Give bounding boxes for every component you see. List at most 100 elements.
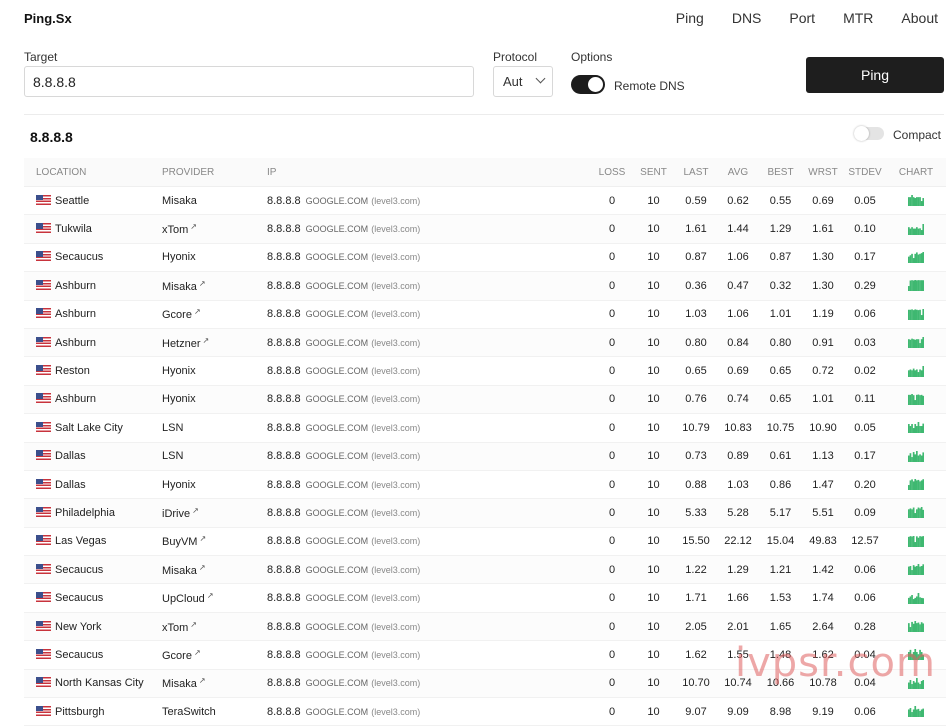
- loss-cell: 0: [592, 186, 632, 216]
- last-cell: 1.71: [675, 583, 717, 613]
- col-last[interactable]: LAST: [675, 158, 717, 187]
- provider-name[interactable]: xTom: [162, 622, 188, 634]
- external-link-icon[interactable]: ↗: [190, 222, 197, 231]
- chart-cell[interactable]: [886, 186, 946, 216]
- sparkline-bar: [919, 624, 921, 633]
- sparkline-bar: [911, 594, 913, 604]
- chart-cell[interactable]: [886, 640, 946, 670]
- chart-cell[interactable]: [886, 356, 946, 386]
- hostname: GOOGLE.COM: [305, 195, 369, 206]
- provider-name[interactable]: Misaka: [162, 281, 197, 293]
- location-name: Tukwila: [55, 223, 92, 236]
- latency-sparkline: [908, 564, 924, 576]
- chart-cell[interactable]: [886, 555, 946, 585]
- main-nav: Ping DNS Port MTR About: [648, 10, 938, 26]
- provider-cell: iDrive ↗: [162, 498, 267, 528]
- sparkline-bar: [919, 368, 921, 377]
- external-link-icon[interactable]: ↗: [194, 307, 201, 316]
- chart-cell[interactable]: [886, 328, 946, 358]
- chart-cell[interactable]: [886, 470, 946, 500]
- col-best[interactable]: BEST: [759, 158, 802, 187]
- hostname: GOOGLE.COM: [305, 593, 369, 604]
- latency-sparkline: [908, 280, 924, 292]
- us-flag-icon: [36, 393, 51, 404]
- loss-cell: 0: [592, 271, 632, 301]
- external-link-icon[interactable]: ↗: [199, 534, 206, 543]
- chart-cell[interactable]: [886, 271, 946, 301]
- provider-name[interactable]: Misaka: [162, 195, 197, 207]
- chart-cell[interactable]: [886, 612, 946, 642]
- col-wrst[interactable]: WRST: [802, 158, 844, 187]
- col-avg[interactable]: AVG: [717, 158, 759, 187]
- target-input[interactable]: [24, 66, 474, 97]
- provider-name[interactable]: Misaka: [162, 678, 197, 690]
- external-link-icon[interactable]: ↗: [199, 279, 206, 288]
- external-link-icon[interactable]: ↗: [207, 591, 214, 600]
- external-link-icon[interactable]: ↗: [194, 648, 201, 657]
- chart-cell[interactable]: [886, 385, 946, 415]
- chart-cell[interactable]: [886, 214, 946, 244]
- provider-name[interactable]: Misaka: [162, 565, 197, 577]
- chart-cell[interactable]: [886, 243, 946, 273]
- col-sent[interactable]: SENT: [632, 158, 675, 187]
- nav-about[interactable]: About: [901, 10, 938, 26]
- sparkline-bar: [909, 566, 912, 576]
- nav-dns[interactable]: DNS: [732, 10, 762, 26]
- provider-name[interactable]: Gcore: [162, 309, 192, 321]
- chart-cell[interactable]: [886, 527, 946, 557]
- location-name: Secaucus: [55, 251, 104, 264]
- last-cell: 0.87: [675, 243, 717, 273]
- col-loss[interactable]: LOSS: [592, 158, 632, 187]
- chart-cell[interactable]: [886, 413, 946, 443]
- brand-logo[interactable]: Ping.Sx: [24, 11, 72, 26]
- chart-cell[interactable]: [886, 498, 946, 528]
- provider-name[interactable]: xTom: [162, 224, 188, 236]
- nav-ping[interactable]: Ping: [676, 10, 704, 26]
- chart-cell[interactable]: [886, 442, 946, 471]
- provider-name[interactable]: Hyonix: [162, 365, 196, 377]
- provider-name[interactable]: LSN: [162, 450, 183, 462]
- provider-name[interactable]: TeraSwitch: [162, 706, 216, 718]
- provider-name[interactable]: LSN: [162, 422, 183, 434]
- sent-cell: 10: [632, 186, 675, 216]
- sparkline-bar: [914, 454, 917, 462]
- col-provider[interactable]: PROVIDER: [162, 158, 267, 187]
- sparkline-bar: [922, 198, 924, 207]
- provider-name[interactable]: Hyonix: [162, 251, 196, 263]
- sent-cell: 10: [632, 470, 675, 500]
- hostname: GOOGLE.COM: [305, 252, 369, 263]
- chart-cell[interactable]: [886, 300, 946, 329]
- chart-cell[interactable]: [886, 669, 946, 699]
- external-link-icon[interactable]: ↗: [192, 506, 199, 515]
- location-name: Pittsburgh: [55, 705, 105, 718]
- last-cell: 10.79: [675, 413, 717, 443]
- external-link-icon[interactable]: ↗: [203, 336, 210, 345]
- sparkline-bar: [912, 680, 915, 689]
- chart-cell[interactable]: [886, 697, 946, 727]
- avg-cell: 1.66: [717, 583, 759, 613]
- col-stdev[interactable]: STDEV: [844, 158, 886, 187]
- provider-name[interactable]: UpCloud: [162, 593, 205, 605]
- provider-name[interactable]: iDrive: [162, 508, 190, 520]
- hostname-asn: (level3.com): [371, 507, 421, 518]
- col-ip[interactable]: IP: [267, 158, 592, 187]
- provider-name[interactable]: Gcore: [162, 650, 192, 662]
- col-location[interactable]: LOCATION: [24, 158, 162, 187]
- provider-name[interactable]: Hetzner: [162, 338, 201, 350]
- provider-name[interactable]: Hyonix: [162, 479, 196, 491]
- chart-cell[interactable]: [886, 583, 946, 613]
- provider-name[interactable]: BuyVM: [162, 536, 197, 548]
- sparkline-bar: [914, 706, 917, 718]
- provider-name[interactable]: Hyonix: [162, 393, 196, 405]
- external-link-icon[interactable]: ↗: [199, 563, 206, 572]
- sparkline-bar: [912, 428, 915, 434]
- external-link-icon[interactable]: ↗: [190, 620, 197, 629]
- ping-button[interactable]: Ping: [806, 57, 944, 93]
- external-link-icon[interactable]: ↗: [199, 676, 206, 685]
- protocol-select[interactable]: Aut: [493, 66, 553, 97]
- provider-cell: BuyVM ↗: [162, 527, 267, 557]
- nav-port[interactable]: Port: [789, 10, 815, 26]
- remote-dns-toggle[interactable]: [571, 75, 605, 94]
- compact-toggle[interactable]: [854, 126, 884, 141]
- nav-mtr[interactable]: MTR: [843, 10, 873, 26]
